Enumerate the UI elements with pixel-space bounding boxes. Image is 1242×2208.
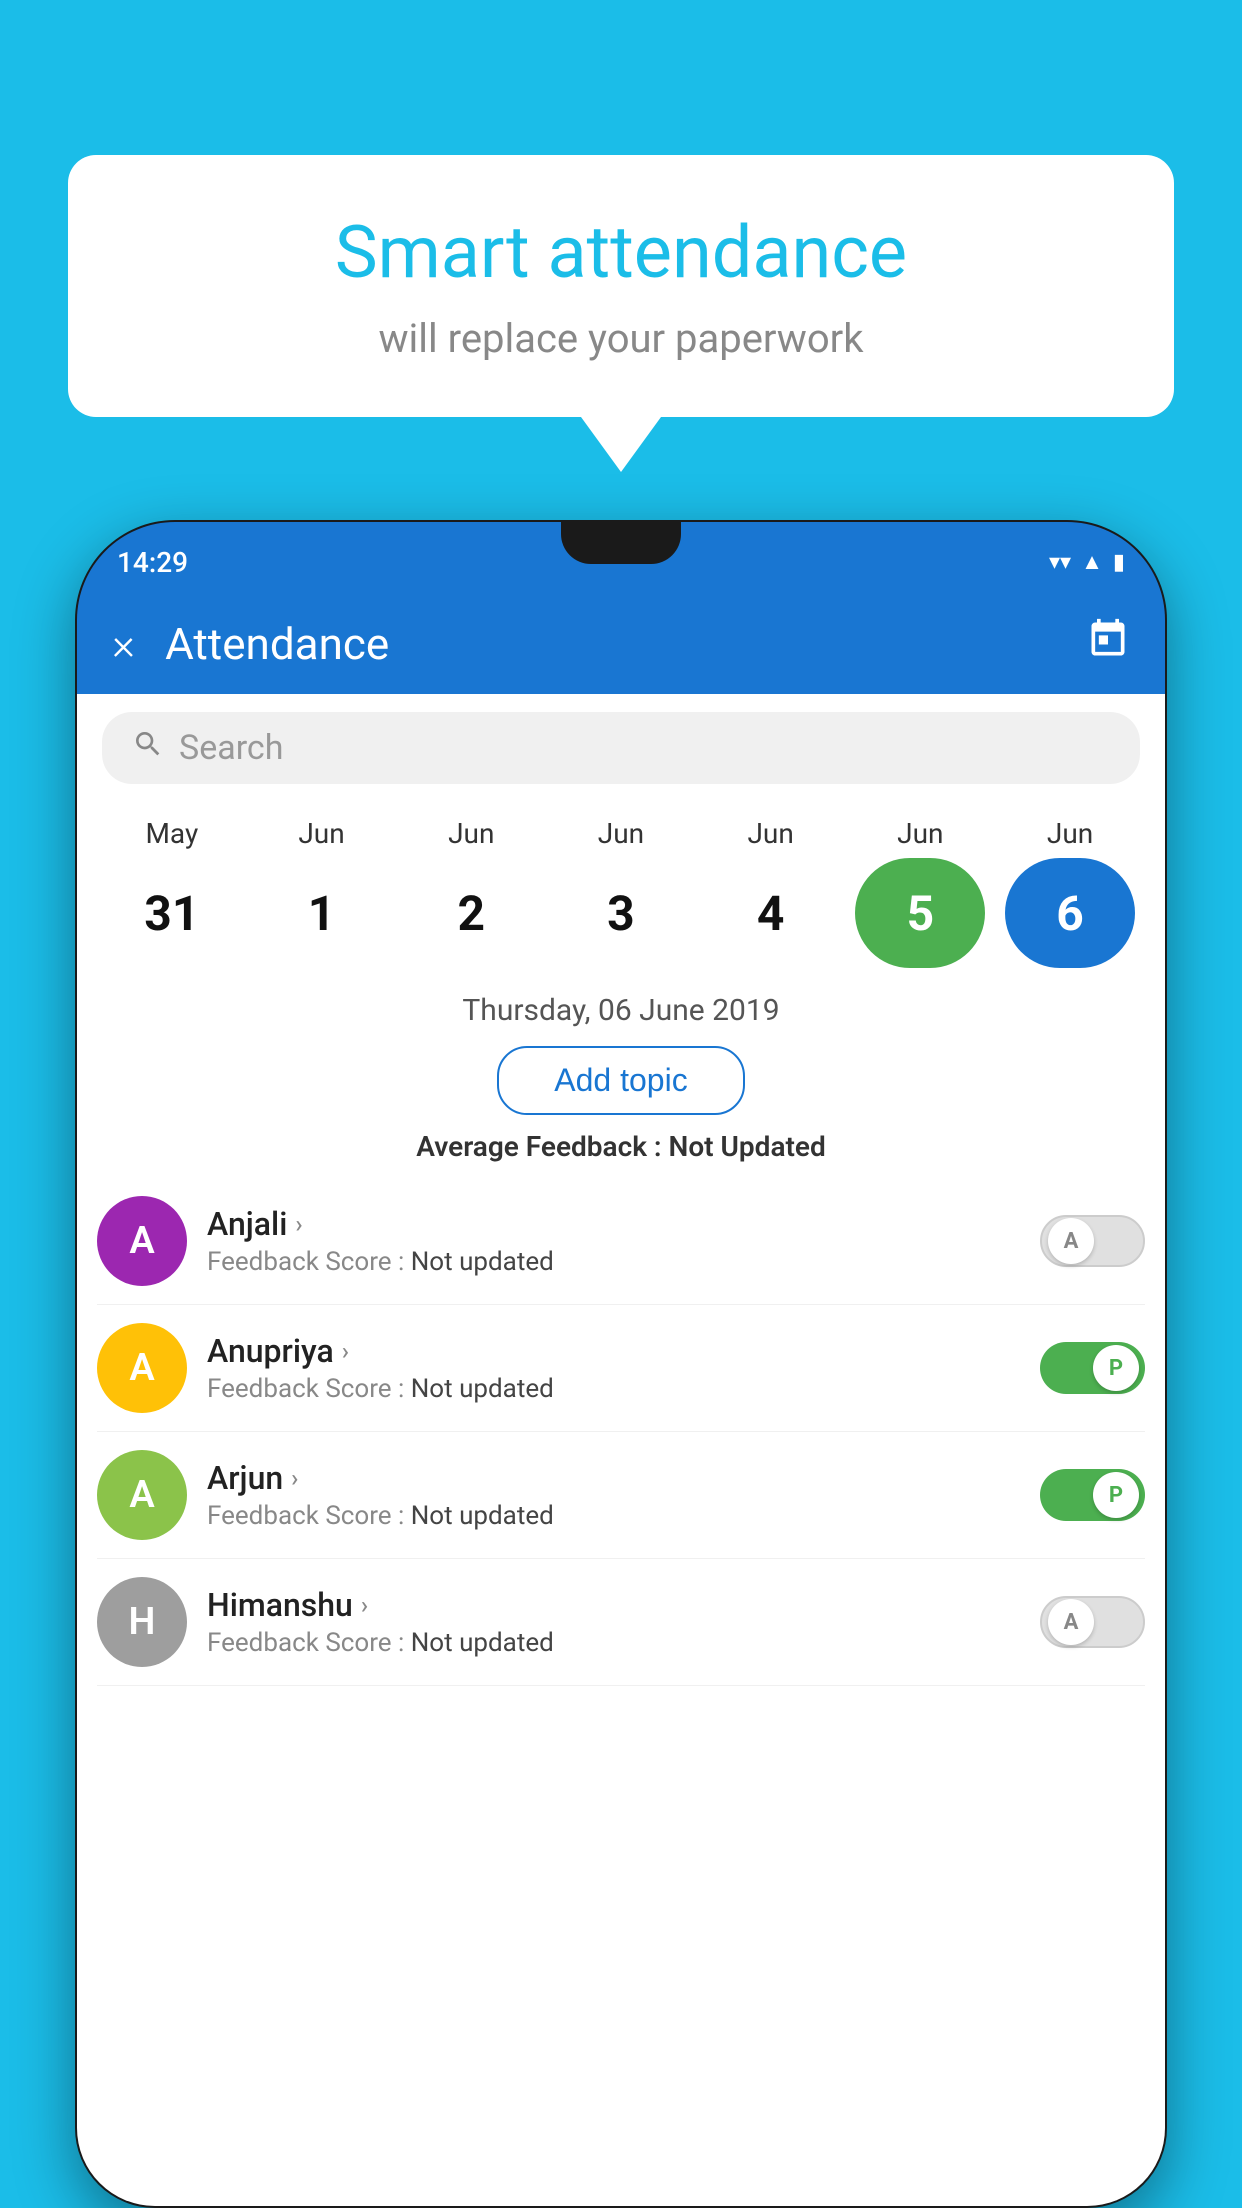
average-feedback: Average Feedback : Not Updated [77, 1130, 1165, 1163]
cal-month-2: Jun [406, 817, 536, 850]
status-time: 14:29 [117, 546, 188, 579]
cal-day-6[interactable]: 6 [1005, 858, 1135, 968]
student-info-0: Anjali › Feedback Score : Not updated [207, 1205, 1020, 1277]
phone-notch [561, 522, 681, 564]
search-input[interactable]: Search [179, 728, 283, 768]
calendar-icon[interactable] [1086, 617, 1130, 671]
student-avatar-2: A [97, 1450, 187, 1540]
student-item-3[interactable]: H Himanshu › Feedback Score : Not update… [97, 1559, 1145, 1686]
toggle-knob-1: P [1093, 1345, 1139, 1391]
calendar-strip: May Jun Jun Jun Jun Jun Jun 31 1 2 3 4 5… [77, 802, 1165, 978]
chevron-icon-1: › [342, 1337, 349, 1365]
bubble-title: Smart attendance [128, 210, 1114, 295]
speech-bubble: Smart attendance will replace your paper… [68, 155, 1174, 417]
student-info-2: Arjun › Feedback Score : Not updated [207, 1459, 1020, 1531]
chevron-icon-0: › [295, 1210, 302, 1238]
attendance-toggle-0[interactable]: A [1040, 1215, 1145, 1267]
chevron-icon-2: › [291, 1464, 298, 1492]
student-feedback-0: Feedback Score : Not updated [207, 1247, 1020, 1277]
toggle-knob-2: P [1093, 1472, 1139, 1518]
wifi-icon: ▾▾ [1049, 550, 1071, 575]
cal-month-0: May [107, 817, 237, 850]
avg-feedback-value: Not Updated [669, 1130, 826, 1163]
student-feedback-3: Feedback Score : Not updated [207, 1628, 1020, 1658]
search-bar[interactable]: Search [102, 712, 1140, 784]
student-info-3: Himanshu › Feedback Score : Not updated [207, 1586, 1020, 1658]
student-item-1[interactable]: A Anupriya › Feedback Score : Not update… [97, 1305, 1145, 1432]
phone-inner: 14:29 ▾▾ ▲ ▮ × Attendance [77, 522, 1165, 2206]
search-icon [132, 728, 164, 768]
app-bar: × Attendance [77, 594, 1165, 694]
signal-icon: ▲ [1081, 549, 1103, 575]
attendance-toggle-2[interactable]: P [1040, 1469, 1145, 1521]
cal-day-4[interactable]: 4 [706, 858, 836, 968]
student-item-0[interactable]: A Anjali › Feedback Score : Not updated … [97, 1178, 1145, 1305]
toggle-knob-3: A [1048, 1599, 1094, 1645]
cal-month-6: Jun [1005, 817, 1135, 850]
cal-day-0[interactable]: 31 [107, 858, 237, 968]
student-item-2[interactable]: A Arjun › Feedback Score : Not updated P [97, 1432, 1145, 1559]
cal-day-5[interactable]: 5 [855, 858, 985, 968]
speech-bubble-container: Smart attendance will replace your paper… [68, 155, 1174, 472]
student-avatar-0: A [97, 1196, 187, 1286]
student-list: A Anjali › Feedback Score : Not updated … [77, 1178, 1165, 1686]
student-name-2: Arjun › [207, 1459, 1020, 1497]
cal-month-4: Jun [706, 817, 836, 850]
search-bar-container: Search [77, 694, 1165, 802]
calendar-months: May Jun Jun Jun Jun Jun Jun [97, 817, 1145, 850]
screen-content: Search May Jun Jun Jun Jun Jun Jun 31 1 … [77, 694, 1165, 2206]
attendance-toggle-1[interactable]: P [1040, 1342, 1145, 1394]
attendance-toggle-3[interactable]: A [1040, 1596, 1145, 1648]
student-name-1: Anupriya › [207, 1332, 1020, 1370]
battery-icon: ▮ [1113, 550, 1125, 575]
chevron-icon-3: › [361, 1591, 368, 1619]
status-icons: ▾▾ ▲ ▮ [1049, 549, 1125, 575]
close-button[interactable]: × [112, 622, 135, 666]
calendar-days: 31 1 2 3 4 5 6 [97, 858, 1145, 968]
bubble-tail [581, 417, 661, 472]
cal-month-1: Jun [257, 817, 387, 850]
bubble-subtitle: will replace your paperwork [128, 315, 1114, 362]
cal-month-5: Jun [855, 817, 985, 850]
phone-frame: 14:29 ▾▾ ▲ ▮ × Attendance [75, 520, 1167, 2208]
toggle-knob-0: A [1048, 1218, 1094, 1264]
cal-day-2[interactable]: 2 [406, 858, 536, 968]
student-avatar-3: H [97, 1577, 187, 1667]
date-header: Thursday, 06 June 2019 [77, 978, 1165, 1036]
student-feedback-1: Feedback Score : Not updated [207, 1374, 1020, 1404]
student-feedback-2: Feedback Score : Not updated [207, 1501, 1020, 1531]
student-avatar-1: A [97, 1323, 187, 1413]
cal-day-1[interactable]: 1 [257, 858, 387, 968]
add-topic-button[interactable]: Add topic [497, 1046, 744, 1115]
avg-feedback-label: Average Feedback : [416, 1130, 661, 1163]
app-bar-title: Attendance [165, 618, 1056, 670]
student-name-3: Himanshu › [207, 1586, 1020, 1624]
student-name-0: Anjali › [207, 1205, 1020, 1243]
cal-month-3: Jun [556, 817, 686, 850]
student-info-1: Anupriya › Feedback Score : Not updated [207, 1332, 1020, 1404]
cal-day-3[interactable]: 3 [556, 858, 686, 968]
